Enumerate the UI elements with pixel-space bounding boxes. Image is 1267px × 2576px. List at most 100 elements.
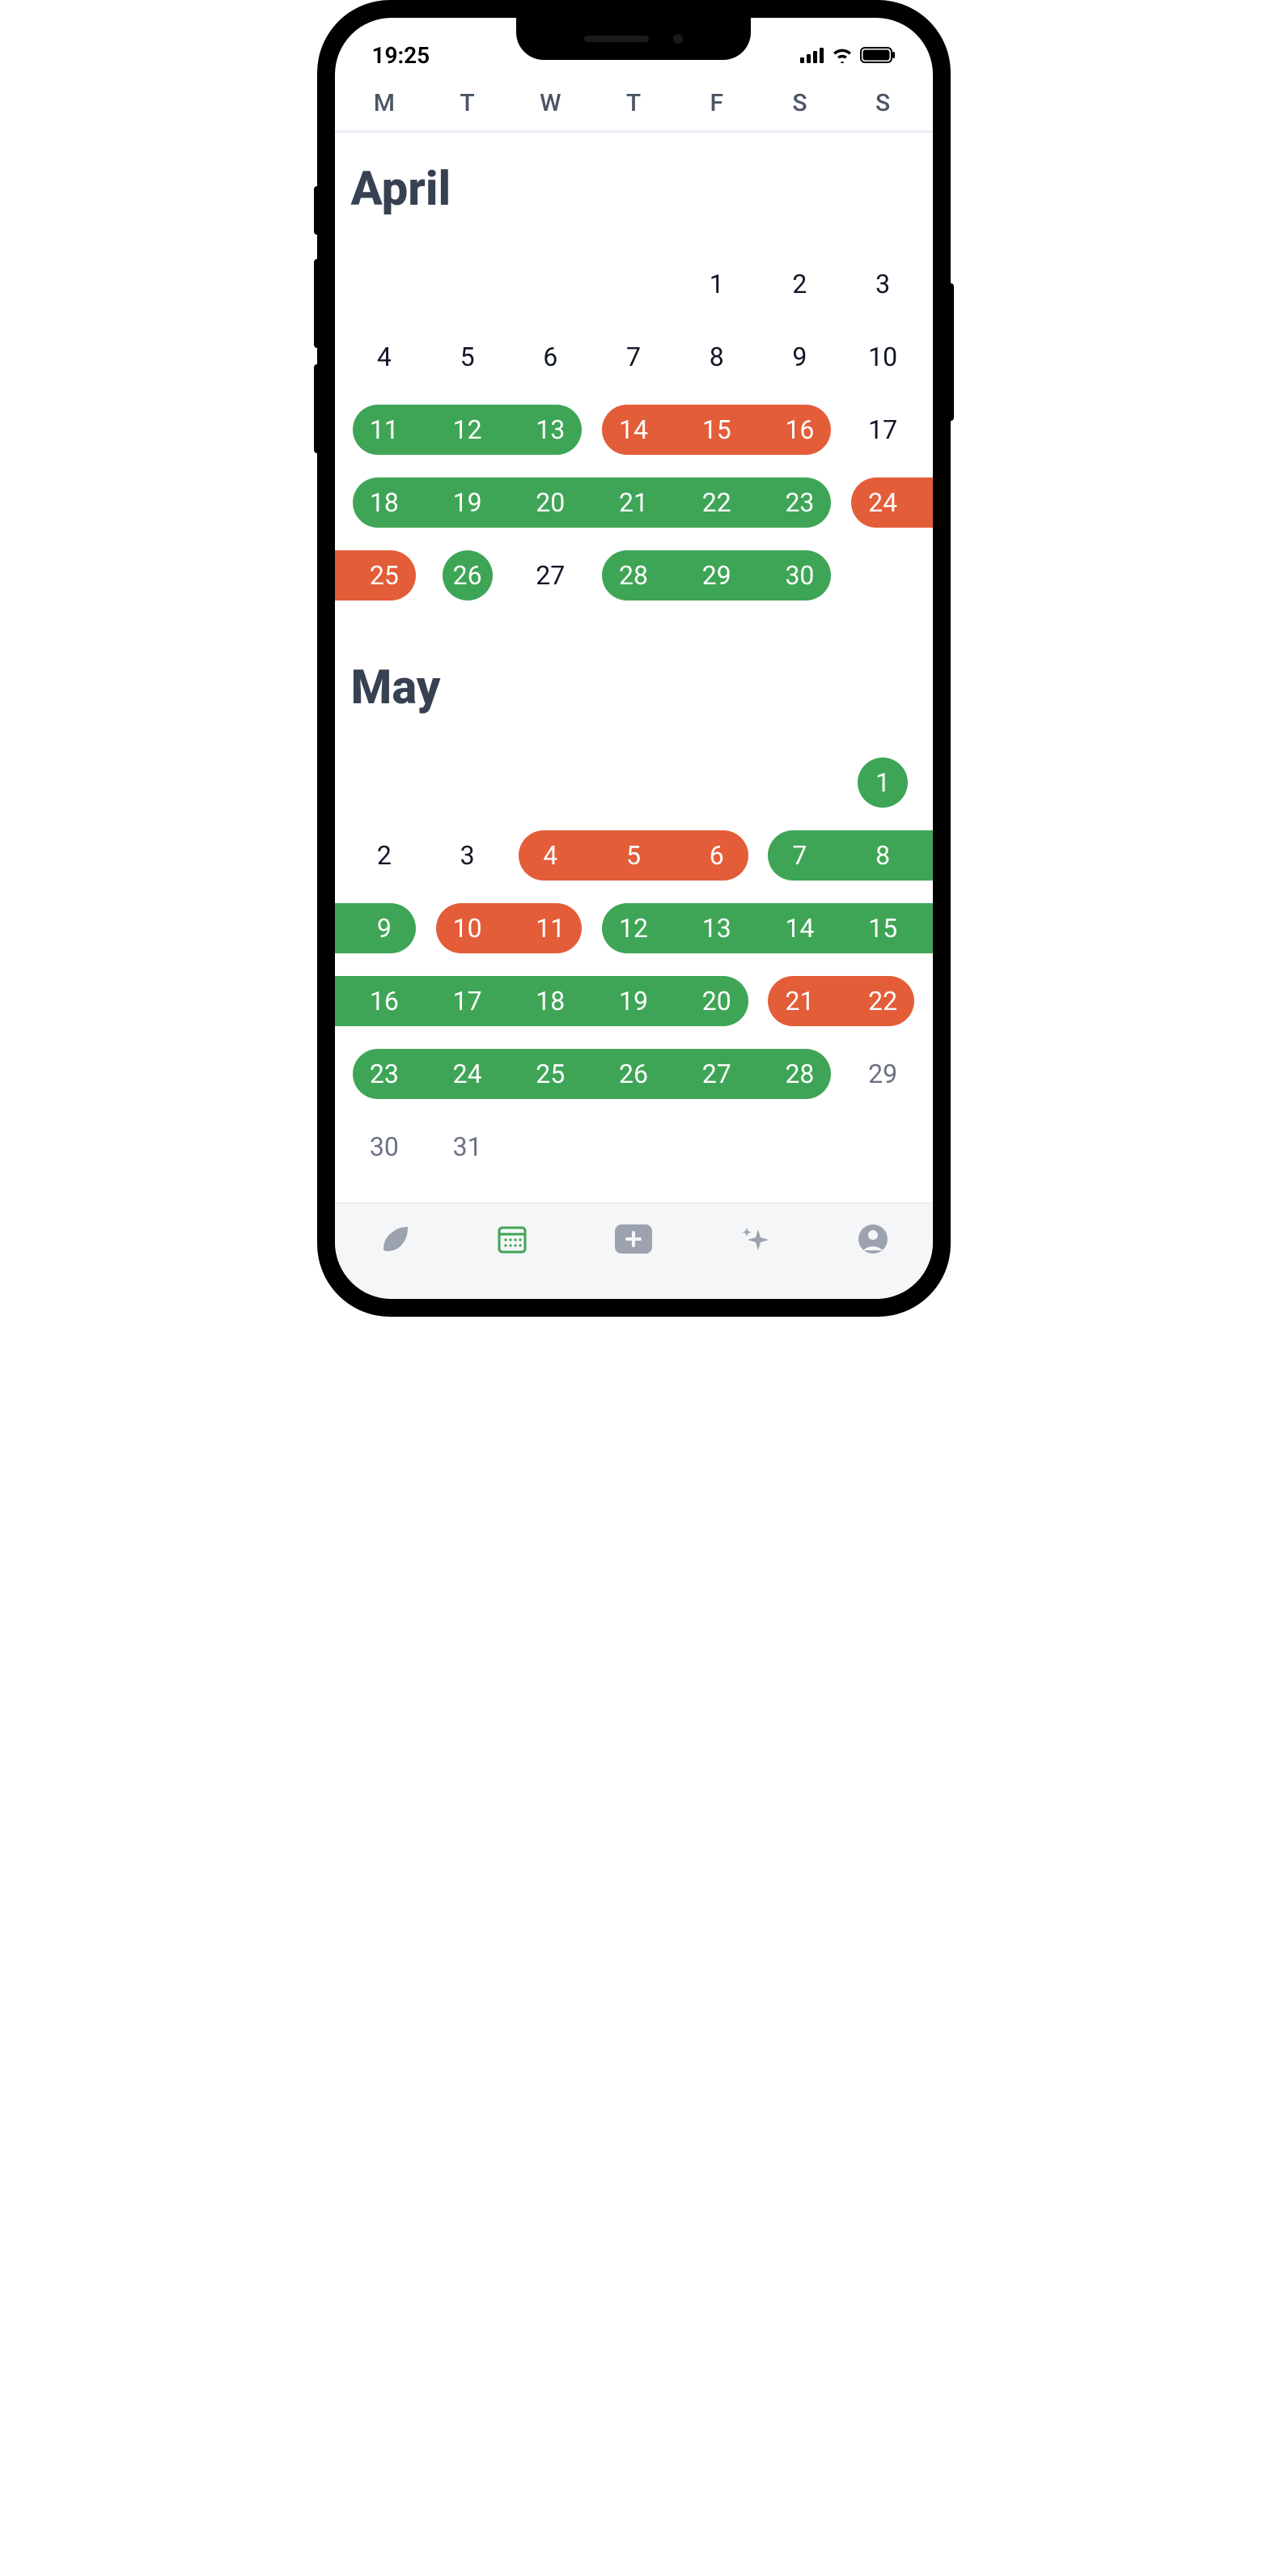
day-cell[interactable]: 29 (675, 550, 758, 601)
day-cell (758, 758, 841, 808)
day-number: 13 (702, 913, 731, 944)
day-cell[interactable]: 3 (841, 259, 925, 309)
day-cell[interactable]: 4 (343, 332, 426, 382)
day-number: 6 (710, 840, 724, 871)
day-cell[interactable]: 18 (343, 477, 426, 528)
day-cell[interactable]: 11 (343, 405, 426, 455)
day-cell[interactable]: 23 (758, 477, 841, 528)
day-number: 18 (370, 487, 399, 518)
day-cell[interactable]: 13 (675, 903, 758, 953)
day-number: 6 (543, 342, 557, 372)
day-cell[interactable]: 22 (841, 976, 925, 1026)
day-cell[interactable]: 24 (841, 477, 925, 528)
day-cell[interactable]: 19 (426, 477, 509, 528)
day-cell[interactable]: 10 (841, 332, 925, 382)
day-number: 27 (536, 560, 565, 591)
day-cell[interactable]: 23 (343, 1049, 426, 1099)
day-cell[interactable]: 2 (758, 259, 841, 309)
day-cell[interactable]: 12 (592, 903, 676, 953)
day-cell[interactable]: 7 (758, 830, 841, 881)
day-number: 14 (785, 913, 814, 944)
day-cell[interactable]: 21 (758, 976, 841, 1026)
day-cell[interactable]: 2 (343, 830, 426, 881)
day-cell[interactable]: 4 (509, 830, 592, 881)
calendar-scroll[interactable]: April12345678910111213141516171819202122… (335, 133, 933, 1203)
day-cell[interactable]: 25 (509, 1049, 592, 1099)
day-cell[interactable]: 26 (592, 1049, 676, 1099)
day-cell[interactable]: 14 (758, 903, 841, 953)
day-number: 13 (536, 414, 565, 445)
month-block: May1234567891011121314151617181920212223… (335, 631, 933, 1203)
tab-add[interactable] (613, 1223, 654, 1255)
day-cell[interactable]: 17 (841, 405, 925, 455)
day-cell[interactable]: 19 (592, 976, 676, 1026)
day-cell[interactable]: 6 (675, 830, 758, 881)
day-cell[interactable]: 10 (426, 903, 509, 953)
tab-profile[interactable] (855, 1221, 891, 1257)
battery-icon (860, 47, 896, 63)
week-row: 1 (343, 758, 925, 808)
tab-calendar[interactable] (494, 1221, 530, 1257)
day-cell (426, 758, 509, 808)
day-number: 26 (453, 560, 482, 591)
day-cell[interactable]: 6 (509, 332, 592, 382)
day-cell (509, 1122, 592, 1172)
day-cell (758, 1122, 841, 1172)
day-cell[interactable]: 7 (592, 332, 676, 382)
day-number: 30 (370, 1131, 399, 1162)
day-cell[interactable]: 15 (841, 903, 925, 953)
day-cell[interactable]: 18 (509, 976, 592, 1026)
day-cell[interactable]: 14 (592, 405, 676, 455)
status-icons (800, 47, 896, 63)
day-cell[interactable]: 20 (675, 976, 758, 1026)
day-cell[interactable]: 16 (343, 976, 426, 1026)
day-number: 17 (453, 986, 482, 1016)
day-number: 31 (453, 1131, 482, 1162)
day-cell[interactable]: 1 (841, 758, 925, 808)
day-number: 29 (868, 1059, 897, 1089)
day-cell[interactable]: 5 (426, 332, 509, 382)
tab-insights[interactable] (737, 1221, 773, 1257)
day-cell[interactable]: 11 (509, 903, 592, 953)
day-cell[interactable]: 16 (758, 405, 841, 455)
day-cell[interactable]: 17 (426, 976, 509, 1026)
day-number: 2 (377, 840, 392, 871)
day-cell[interactable]: 8 (675, 332, 758, 382)
weekday-label: M (343, 89, 426, 117)
day-cell[interactable]: 13 (509, 405, 592, 455)
day-cell[interactable]: 25 (343, 550, 426, 601)
day-cell[interactable]: 28 (758, 1049, 841, 1099)
day-cell[interactable]: 30 (343, 1122, 426, 1172)
tab-today[interactable] (376, 1221, 412, 1257)
day-cell[interactable]: 5 (592, 830, 676, 881)
day-cell[interactable]: 20 (509, 477, 592, 528)
day-cell (509, 758, 592, 808)
day-cell[interactable]: 8 (841, 830, 925, 881)
day-number: 16 (370, 986, 399, 1016)
week-row: 1112 13 14151617 (343, 405, 925, 455)
day-cell[interactable]: 3 (426, 830, 509, 881)
day-cell[interactable]: 22 (675, 477, 758, 528)
week-row: 25 26 27 2829 30 (343, 550, 925, 601)
day-number: 22 (868, 986, 897, 1016)
day-number: 20 (702, 986, 731, 1016)
day-cell[interactable]: 30 (758, 550, 841, 601)
day-cell[interactable]: 1 (675, 259, 758, 309)
day-cell[interactable]: 12 (426, 405, 509, 455)
day-cell[interactable]: 24 (426, 1049, 509, 1099)
day-cell[interactable]: 9 (343, 903, 426, 953)
day-cell (343, 259, 426, 309)
day-cell[interactable]: 27 (509, 550, 592, 601)
day-cell[interactable]: 28 (592, 550, 676, 601)
day-cell[interactable]: 21 (592, 477, 676, 528)
day-cell[interactable]: 26 (426, 550, 509, 601)
day-number: 2 (792, 269, 807, 299)
day-cell[interactable]: 15 (675, 405, 758, 455)
week-row: 232425262728 29 (343, 1049, 925, 1099)
day-cell[interactable]: 9 (758, 332, 841, 382)
day-cell[interactable]: 31 (426, 1122, 509, 1172)
day-cell[interactable]: 27 (675, 1049, 758, 1099)
day-number: 30 (785, 560, 814, 591)
wifi-icon (831, 47, 854, 63)
day-cell[interactable]: 29 (841, 1049, 925, 1099)
